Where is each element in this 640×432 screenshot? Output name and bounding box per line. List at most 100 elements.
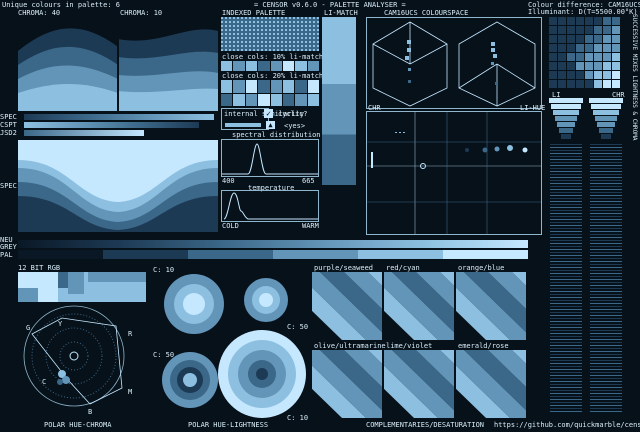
ladder-stripe — [590, 390, 622, 391]
ladder-stripe — [550, 240, 582, 241]
ladder-stripe — [550, 339, 582, 340]
chroma-wave-panel — [18, 17, 218, 112]
ladder-stripe — [550, 342, 582, 343]
side-vertical-text: SUCCESSIVE MIXES LIGHTNESS & CHROMA — [631, 14, 638, 141]
mix-cell — [576, 53, 584, 61]
ladder-stripe — [590, 156, 622, 157]
ladder-stripe — [550, 351, 582, 352]
mix-cell — [567, 44, 575, 52]
pal-label: PAL — [0, 251, 13, 259]
mix-cell — [567, 80, 575, 88]
ladder-stripe — [550, 144, 582, 145]
ladder-stripe — [550, 189, 582, 190]
ladder-stripe — [590, 297, 622, 298]
mix-cell — [576, 62, 584, 70]
ladder-stripe — [550, 276, 582, 277]
ladder-stripe — [550, 195, 582, 196]
cyclic-warning-icon: ▲ — [266, 121, 275, 129]
hue-y: Y — [58, 320, 63, 328]
mix-cell — [549, 62, 557, 70]
ladder-stripe — [550, 222, 582, 223]
ladder-stripe — [550, 168, 582, 169]
mix-cell — [594, 35, 602, 43]
ladder-stripe — [590, 228, 622, 229]
lightness-chroma-ladder — [548, 98, 624, 418]
indexed-palette-label: INDEXED PALETTE — [222, 9, 286, 17]
ladder-stripe — [550, 225, 582, 226]
jsd2-label: JSD2 — [0, 129, 17, 137]
ladder-stripe — [590, 351, 622, 352]
github-link[interactable]: https://github.com/quickmarble/censor — [494, 421, 640, 429]
ladder-stripe — [550, 216, 582, 217]
ladder-stripe — [550, 327, 582, 328]
ladder-step — [597, 122, 615, 127]
neutral-grey-bar — [18, 240, 528, 248]
ladder-step — [599, 128, 613, 133]
ladder-stripe — [550, 183, 582, 184]
complementaries-label: COMPLEMENTARIES/DESATURATION — [366, 421, 485, 429]
ladder-step — [561, 134, 571, 139]
hue-r: R — [128, 330, 133, 338]
ladder-stripe — [550, 399, 582, 400]
mix-cell — [612, 26, 620, 34]
ladder-stripe — [550, 147, 582, 148]
complementaries-grid — [312, 272, 530, 418]
cold-label: COLD — [222, 222, 239, 230]
ladder-step — [601, 134, 611, 139]
purple-seaweed-label: purple/seaweed — [314, 264, 374, 272]
polar-hue-lightness-graphic — [162, 274, 306, 418]
spec-bar — [24, 114, 214, 120]
ladder-stripe — [590, 234, 622, 235]
grey-label: GREY — [0, 243, 17, 251]
mix-cell — [585, 53, 593, 61]
ladder-stripe — [590, 324, 622, 325]
ladder-stripe — [590, 306, 622, 307]
red-cyan-graphic — [384, 272, 454, 340]
ladder-stripe — [550, 348, 582, 349]
olive-ultramarine-panel — [312, 350, 382, 418]
cyclic-yes: <yes> — [284, 122, 306, 130]
mix-cell — [549, 44, 557, 52]
spec-label: SPEC — [0, 113, 17, 121]
mix-cell — [603, 71, 611, 79]
cyclic-checkbox[interactable]: ✓ — [264, 109, 273, 118]
ladder-stripe — [590, 273, 622, 274]
ladder-stripe — [590, 183, 622, 184]
colourspace-view — [366, 17, 542, 109]
ladder-stripe — [590, 288, 622, 289]
ladder-stripe — [590, 375, 622, 376]
ladder-stripe — [550, 282, 582, 283]
ladder-stripe — [550, 192, 582, 193]
ladder-stripe — [550, 318, 582, 319]
ladder-stripe — [550, 210, 582, 211]
mix-cell — [567, 62, 575, 70]
mix-cell — [585, 35, 593, 43]
ladder-stripe — [550, 213, 582, 214]
mix-cell — [603, 17, 611, 25]
ladder-step — [559, 128, 573, 133]
ladder-stripe — [590, 237, 622, 238]
spectral-curve — [222, 143, 318, 175]
ladder-stripe — [550, 150, 582, 151]
ladder-stripe — [590, 189, 622, 190]
mix-cell — [576, 35, 584, 43]
ladder-stripe — [550, 204, 582, 205]
mix-cell — [576, 71, 584, 79]
ladder-stripe — [550, 375, 582, 376]
ladder-stripe — [590, 279, 622, 280]
ladder-step — [591, 104, 621, 109]
mix-cell — [594, 44, 602, 52]
ladder-stripe — [550, 411, 582, 412]
chroma-wave-graphic — [18, 17, 218, 112]
ladder-stripe — [550, 198, 582, 199]
ladder-stripe — [590, 198, 622, 199]
ladder-stripe — [550, 369, 582, 370]
hue-m: M — [128, 388, 133, 396]
ladder-stripe — [590, 369, 622, 370]
internal-similarity-bar — [225, 123, 261, 127]
ladder-step — [549, 98, 583, 103]
ladder-stripe — [590, 360, 622, 361]
ladder-stripe — [550, 372, 582, 373]
mix-cell — [603, 53, 611, 61]
successive-mixes-grid — [548, 17, 622, 89]
